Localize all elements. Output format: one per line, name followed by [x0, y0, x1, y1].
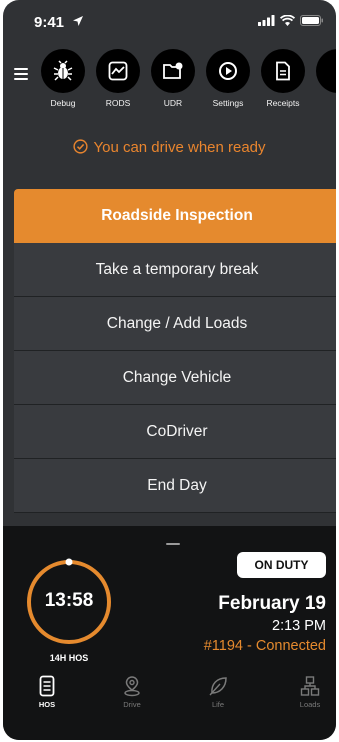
- ready-status: You can drive when ready: [3, 139, 336, 156]
- status-indicators: [258, 15, 324, 26]
- battery-icon: [300, 15, 323, 26]
- end-day-button[interactable]: End Day: [14, 459, 336, 513]
- duty-status-badge[interactable]: ON DUTY: [237, 552, 326, 578]
- toolbar-receipts-button[interactable]: Receipts: [261, 49, 305, 108]
- check-circle-icon: [73, 139, 89, 154]
- tab-label: Life: [211, 700, 225, 709]
- vehicle-connection-status: #1194 - Connected: [203, 638, 326, 654]
- toolbar-label: Receipts: [266, 98, 300, 108]
- leaf-icon: [209, 677, 227, 696]
- status-bar: 9:41: [3, 0, 336, 40]
- toolbar-udr-button[interactable]: UDR: [151, 49, 195, 108]
- document-icon: [276, 61, 290, 81]
- toolbar-more-button[interactable]: L: [316, 49, 336, 108]
- toolbar-label: UDR: [163, 98, 183, 108]
- line-chart-icon: [108, 61, 128, 81]
- hierarchy-icon: [300, 676, 320, 696]
- tab-bar: HOS Drive Life Loads: [3, 675, 336, 723]
- drag-handle[interactable]: [166, 543, 180, 545]
- toolbar-label: Settings: [212, 98, 244, 108]
- status-time: 9:41: [34, 14, 65, 31]
- bug-icon: [53, 60, 73, 81]
- tab-hos[interactable]: HOS: [22, 675, 72, 709]
- unknown-icon: [316, 49, 336, 93]
- tab-label: Loads: [299, 700, 321, 709]
- tab-label: HOS: [38, 700, 56, 709]
- toolbar-rods-button[interactable]: RODS: [96, 49, 140, 108]
- current-time: 2:13 PM: [272, 618, 326, 634]
- tab-life[interactable]: Life: [193, 675, 243, 709]
- temporary-break-button[interactable]: Take a temporary break: [14, 243, 336, 297]
- folder-badge-icon: [163, 62, 183, 79]
- change-vehicle-button[interactable]: Change Vehicle: [14, 351, 336, 405]
- hos-clock-caption: 14H HOS: [49, 653, 89, 663]
- current-date: February 19: [218, 593, 326, 614]
- location-arrow-icon: [73, 16, 83, 26]
- ready-text: You can drive when ready: [93, 139, 266, 156]
- map-pin-icon: [124, 676, 140, 697]
- app-screen: 9:41 Debug RODS UDR Settings Receipts Yo…: [3, 0, 336, 740]
- toolbar-label: RODS: [105, 98, 131, 108]
- toolbar-label: Debug: [50, 98, 76, 108]
- change-add-loads-button[interactable]: Change / Add Loads: [14, 297, 336, 351]
- wifi-icon: [280, 15, 295, 26]
- toolbar-debug-button[interactable]: Debug: [41, 49, 85, 108]
- tab-drive[interactable]: Drive: [107, 675, 157, 709]
- hos-panel: 13:58 14H HOS ON DUTY February 19 2:13 P…: [3, 526, 336, 740]
- play-circle-icon: [219, 62, 237, 80]
- log-book-icon: [39, 675, 55, 697]
- signal-icon: [258, 15, 275, 26]
- action-menu: Roadside Inspection Take a temporary bre…: [14, 189, 336, 513]
- tab-label: Drive: [123, 700, 141, 709]
- hos-clock-time: 13:58: [44, 590, 94, 611]
- menu-hamburger-icon[interactable]: [14, 68, 28, 80]
- roadside-inspection-button[interactable]: Roadside Inspection: [14, 189, 336, 243]
- codriver-button[interactable]: CoDriver: [14, 405, 336, 459]
- toolbar-settings-button[interactable]: Settings: [206, 49, 250, 108]
- tab-loads[interactable]: Loads: [285, 675, 335, 709]
- toolbar: Debug RODS UDR Settings Receipts: [41, 49, 336, 108]
